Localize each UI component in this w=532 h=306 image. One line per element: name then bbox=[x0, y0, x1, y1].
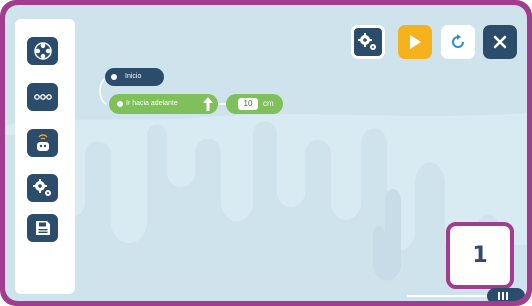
forward-connector-dot bbox=[117, 101, 123, 107]
reset-icon bbox=[452, 34, 464, 48]
play-button[interactable] bbox=[398, 25, 432, 59]
sidebar-item-settings[interactable] bbox=[27, 174, 58, 202]
robot-icon bbox=[36, 134, 49, 151]
zoom-slider-track[interactable] bbox=[407, 295, 489, 297]
zoom-slider-handle[interactable] bbox=[487, 288, 525, 301]
distance-unit: cm bbox=[263, 99, 274, 108]
sidebar-item-controls[interactable] bbox=[27, 37, 58, 65]
close-button[interactable] bbox=[483, 25, 517, 59]
distance-block[interactable]: 10 cm bbox=[226, 94, 283, 114]
start-block-label: Inicio bbox=[125, 73, 142, 80]
reset-button[interactable] bbox=[441, 25, 475, 59]
move-forward-block[interactable]: Ir hacia adelante bbox=[109, 94, 218, 114]
distance-input[interactable]: 10 bbox=[238, 98, 258, 110]
more-dots-icon bbox=[33, 94, 52, 100]
save-icon bbox=[35, 221, 50, 235]
sidebar-item-save[interactable] bbox=[27, 214, 58, 242]
start-connector-dot bbox=[111, 74, 117, 80]
sidebar-item-robot[interactable] bbox=[27, 129, 58, 157]
arrow-up-icon bbox=[203, 97, 213, 111]
start-block[interactable]: Inicio bbox=[105, 68, 164, 86]
sidebar bbox=[15, 19, 75, 294]
grip-lines-icon bbox=[498, 292, 508, 300]
close-icon bbox=[493, 35, 507, 49]
zoom-out-label: − bbox=[405, 298, 410, 302]
gamepad-icon bbox=[33, 42, 52, 60]
sidebar-item-more[interactable] bbox=[27, 83, 58, 111]
play-icon bbox=[410, 35, 421, 49]
move-forward-label: Ir hacia adelante bbox=[126, 100, 178, 107]
settings-gears-icon bbox=[358, 33, 376, 50]
gears-icon bbox=[32, 179, 51, 196]
step-number-callout: 1 bbox=[446, 222, 514, 289]
settings-button[interactable] bbox=[351, 25, 385, 59]
